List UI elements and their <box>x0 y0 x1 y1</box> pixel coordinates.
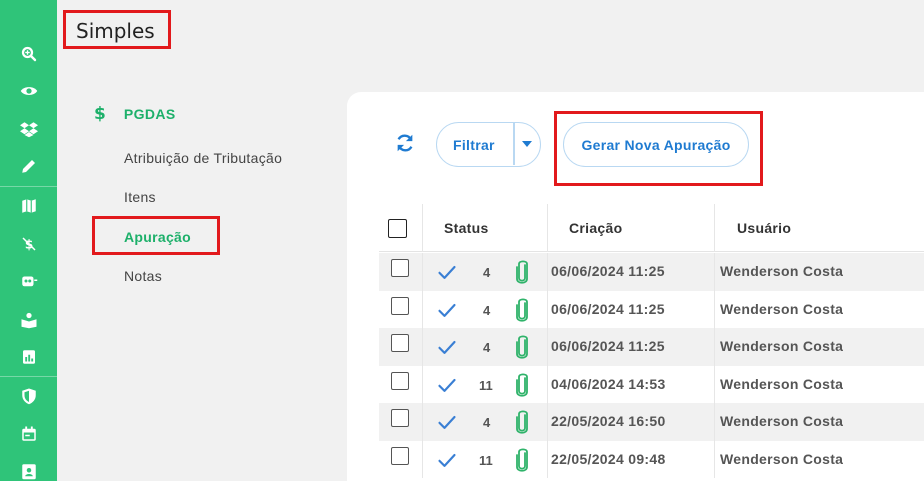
document-chart-icon[interactable] <box>0 343 57 371</box>
dollar-icon: $ <box>94 104 106 124</box>
table-row[interactable]: 4 22/05/2024 16:50 Wenderson Costa <box>379 403 924 441</box>
table-row[interactable]: 4 06/06/2024 11:25 Wenderson Costa <box>379 253 924 291</box>
user-name: Wenderson Costa <box>720 450 844 467</box>
column-header-status[interactable]: Status <box>444 220 489 236</box>
status-count: 4 <box>483 415 491 430</box>
row-checkbox[interactable] <box>391 446 409 465</box>
column-header-usuario[interactable]: Usuário <box>737 220 791 236</box>
filter-button-label: Filtrar <box>453 137 495 153</box>
table-row[interactable]: 11 22/05/2024 09:48 Wenderson Costa <box>379 440 924 478</box>
paperclip-icon[interactable] <box>514 447 530 473</box>
created-at: 06/06/2024 11:25 <box>551 263 665 279</box>
title-highlight-box <box>63 10 171 49</box>
no-dollar-icon[interactable]: $ <box>0 230 57 258</box>
map-icon[interactable] <box>0 192 57 220</box>
table-row[interactable]: 4 06/06/2024 11:25 Wenderson Costa <box>379 290 924 328</box>
created-at: 06/06/2024 11:25 <box>551 300 665 317</box>
paperclip-icon[interactable] <box>514 409 530 435</box>
check-icon <box>438 378 456 392</box>
calendar-icon[interactable] <box>0 420 57 448</box>
eye-icon[interactable] <box>0 77 57 105</box>
select-all-checkbox[interactable] <box>388 219 407 238</box>
menu-highlight-box <box>92 216 220 255</box>
row-checkbox[interactable] <box>391 296 409 315</box>
dropbox-icon[interactable] <box>0 115 57 143</box>
status-count: 4 <box>483 265 491 280</box>
check-icon <box>438 340 456 354</box>
status-count: 11 <box>479 377 493 393</box>
pencil-icon[interactable] <box>0 152 57 180</box>
status-count: 11 <box>479 452 493 468</box>
user-name: Wenderson Costa <box>720 300 844 317</box>
created-at: 06/06/2024 11:25 <box>551 338 665 354</box>
table-row[interactable]: 11 04/06/2024 14:53 Wenderson Costa <box>379 365 924 403</box>
menu-heading-label: PGDAS <box>123 106 176 122</box>
button-highlight-box <box>554 111 763 186</box>
created-at: 22/05/2024 09:48 <box>551 450 666 467</box>
search-icon[interactable] <box>0 40 57 68</box>
created-at: 04/06/2024 14:53 <box>551 375 666 392</box>
paperclip-icon[interactable] <box>514 259 530 285</box>
table-header: Status Criação Usuário <box>379 204 924 252</box>
row-checkbox[interactable] <box>391 371 409 390</box>
check-icon <box>438 415 456 429</box>
row-checkbox[interactable] <box>391 259 409 277</box>
paperclip-icon[interactable] <box>514 297 530 323</box>
menu-item-itens[interactable]: Itens <box>124 189 156 205</box>
status-count: 4 <box>483 340 491 355</box>
shield-icon[interactable] <box>0 382 57 410</box>
user-name: Wenderson Costa <box>720 413 844 429</box>
user-name: Wenderson Costa <box>720 338 844 354</box>
check-icon <box>438 265 456 279</box>
user-name: Wenderson Costa <box>720 375 844 392</box>
chevron-down-icon[interactable] <box>522 141 532 147</box>
id-card-icon[interactable] <box>0 457 57 481</box>
column-header-criacao[interactable]: Criação <box>569 220 622 236</box>
filter-button[interactable]: Filtrar <box>436 122 541 167</box>
menu-item-atribuicao[interactable]: Atribuição de Tributação <box>124 150 282 166</box>
row-checkbox[interactable] <box>391 334 409 352</box>
menu-heading[interactable]: $ PGDAS <box>94 104 176 124</box>
user-name: Wenderson Costa <box>720 263 844 279</box>
table-row[interactable]: 4 06/06/2024 11:25 Wenderson Costa <box>379 328 924 366</box>
status-count: 4 <box>483 302 491 318</box>
refresh-icon[interactable] <box>394 132 416 154</box>
robot-icon[interactable] <box>0 267 57 295</box>
menu-item-notas[interactable]: Notas <box>124 268 162 284</box>
paperclip-icon[interactable] <box>514 334 530 360</box>
created-at: 22/05/2024 16:50 <box>551 413 666 429</box>
paperclip-icon[interactable] <box>514 372 530 398</box>
check-icon <box>438 303 456 317</box>
book-user-icon[interactable] <box>0 306 57 334</box>
icon-rail: $ <box>0 0 57 481</box>
row-checkbox[interactable] <box>391 409 409 427</box>
check-icon <box>438 453 456 467</box>
